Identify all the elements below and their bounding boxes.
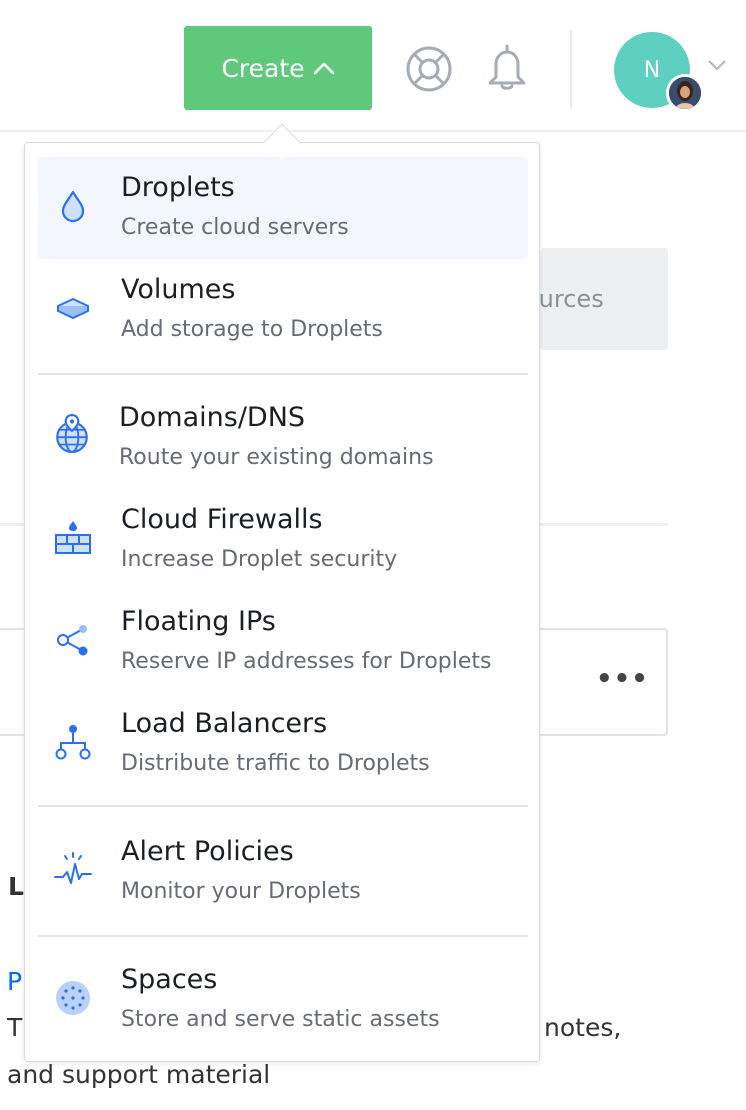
- create-button-label: Create: [221, 53, 305, 83]
- menu-item-subtitle: Create cloud servers: [121, 215, 349, 240]
- description-text-start: T: [7, 1013, 23, 1042]
- menu-separator: [38, 935, 528, 937]
- menu-item-title: Load Balancers: [121, 708, 328, 739]
- help-lifebuoy-icon[interactable]: [404, 45, 454, 93]
- header-divider: [570, 30, 572, 108]
- menu-item-subtitle: Increase Droplet security: [121, 547, 398, 572]
- menu-item-domains-dns[interactable]: Domains/DNS Route your existing domains: [38, 387, 528, 489]
- pulse-icon: [54, 852, 92, 884]
- menu-item-title: Domains/DNS: [119, 402, 306, 433]
- avatar-initial: N: [643, 57, 661, 83]
- top-bar: Create N: [0, 0, 746, 132]
- description-text-line2: and support material: [7, 1060, 271, 1089]
- chevron-up-icon: [313, 62, 334, 75]
- menu-item-subtitle: Reserve IP addresses for Droplets: [121, 649, 492, 674]
- menu-item-title: Cloud Firewalls: [121, 504, 323, 535]
- menu-item-droplets[interactable]: Droplets Create cloud servers: [38, 157, 528, 259]
- menu-item-title: Floating IPs: [121, 606, 276, 637]
- resources-tab-label: ources: [540, 285, 604, 313]
- menu-item-title: Spaces: [121, 964, 218, 995]
- spaces-icon: [56, 981, 90, 1015]
- menu-item-subtitle: Distribute traffic to Droplets: [121, 751, 430, 776]
- load-balancer-icon: [55, 725, 91, 760]
- description-text-end: notes,: [544, 1013, 622, 1042]
- menu-item-title: Volumes: [121, 274, 236, 305]
- menu-item-subtitle: Monitor your Droplets: [121, 879, 361, 904]
- bell-icon[interactable]: [484, 43, 530, 91]
- team-avatar-photo: [666, 74, 704, 112]
- menu-item-volumes[interactable]: Volumes Add storage to Droplets: [38, 259, 528, 361]
- menu-item-subtitle: Route your existing domains: [119, 445, 434, 470]
- droplet-icon: [61, 190, 85, 223]
- share-nodes-icon: [57, 625, 88, 656]
- resources-tab[interactable]: ources: [540, 248, 668, 350]
- chevron-down-icon[interactable]: [707, 59, 727, 71]
- more-options-icon[interactable]: •••: [596, 664, 649, 694]
- volume-icon: [57, 298, 89, 319]
- menu-item-alert-policies[interactable]: Alert Policies Monitor your Droplets: [38, 821, 528, 923]
- menu-item-load-balancers[interactable]: Load Balancers Distribute traffic to Dro…: [38, 693, 528, 795]
- globe-pin-icon: [56, 414, 88, 453]
- resource-link[interactable]: P: [7, 967, 22, 996]
- menu-item-title: Alert Policies: [121, 836, 294, 867]
- firewall-icon: [55, 521, 91, 554]
- menu-item-floating-ips[interactable]: Floating IPs Reserve IP addresses for Dr…: [38, 591, 528, 693]
- menu-item-subtitle: Store and serve static assets: [121, 1007, 440, 1032]
- menu-item-spaces[interactable]: Spaces Store and serve static assets: [38, 949, 528, 1051]
- create-button[interactable]: Create: [184, 26, 372, 110]
- menu-item-title: Droplets: [121, 172, 235, 203]
- menu-separator: [38, 805, 528, 807]
- menu-separator: [38, 373, 528, 375]
- menu-item-cloud-firewalls[interactable]: Cloud Firewalls Increase Droplet securit…: [38, 489, 528, 591]
- menu-item-subtitle: Add storage to Droplets: [121, 317, 383, 342]
- section-heading: L: [8, 872, 24, 901]
- create-dropdown-menu: Droplets Create cloud servers Volumes Ad…: [24, 142, 540, 1062]
